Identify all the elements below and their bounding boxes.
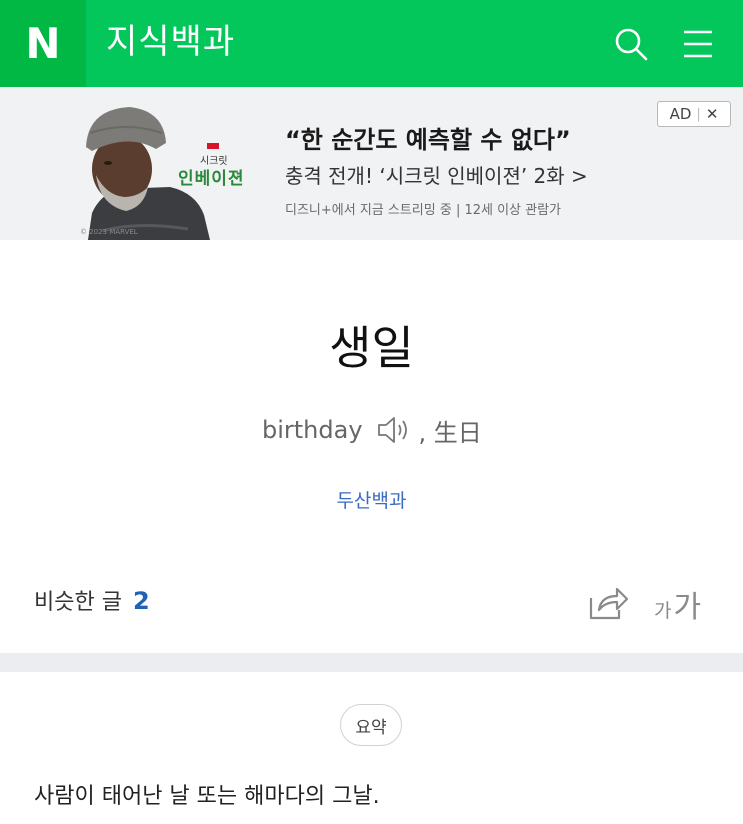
summary-label: 요약 — [340, 704, 402, 746]
top-header: N 지식백과 — [0, 0, 743, 87]
entry-title: 생일 — [329, 321, 414, 375]
ad-subline[interactable]: 충격 전개! ‘시크릿 인베이젼’ 2화 > — [285, 160, 588, 189]
speaker-icon[interactable] — [375, 412, 411, 448]
ad-headline[interactable]: “한 순간도 예측할 수 없다” — [285, 120, 571, 155]
similar-count: 2 — [132, 587, 150, 615]
ad-fine-print: 디즈니+에서 지금 스트리밍 중 | 12세 이상 관람가 — [285, 203, 562, 218]
ad-brand-marker — [207, 143, 219, 149]
menu-icon[interactable] — [680, 26, 716, 62]
font-size-small: 가 — [654, 600, 672, 622]
naver-logo: N — [25, 18, 61, 68]
entry-english: birthday — [262, 416, 363, 444]
search-icon[interactable] — [613, 26, 649, 62]
share-icon[interactable] — [587, 584, 629, 622]
ad-copyright: © 2023 MARVEL — [80, 228, 138, 236]
ad-banner[interactable]: © 2023 MARVEL 시크릿 인베이젼 “한 순간도 예측할 수 없다” … — [0, 87, 743, 240]
ad-close-button[interactable]: AD | ✕ — [657, 101, 731, 127]
font-size-large: 가 — [673, 590, 702, 625]
summary-text: 사람이 태어난 날 또는 해마다의 그날. — [34, 784, 380, 809]
ad-separator: | — [696, 106, 701, 122]
entry-hanja: , 生日 — [418, 418, 482, 447]
ad-label: AD — [669, 105, 692, 123]
font-size-button[interactable]: 가가 — [654, 582, 701, 626]
section-divider — [0, 653, 743, 672]
source-link[interactable]: 두산백과 — [0, 486, 743, 513]
similar-label: 비슷한 글 — [34, 590, 122, 615]
app-title[interactable]: 지식백과 — [106, 20, 235, 64]
ad-brand-logo: 인베이젼 — [178, 169, 245, 189]
pronunciation-row: birthday , 生日 — [262, 410, 482, 450]
naver-logo-button[interactable]: N — [0, 0, 86, 87]
close-icon[interactable]: ✕ — [706, 105, 719, 123]
similar-articles-link[interactable]: 비슷한 글 2 — [34, 584, 150, 616]
